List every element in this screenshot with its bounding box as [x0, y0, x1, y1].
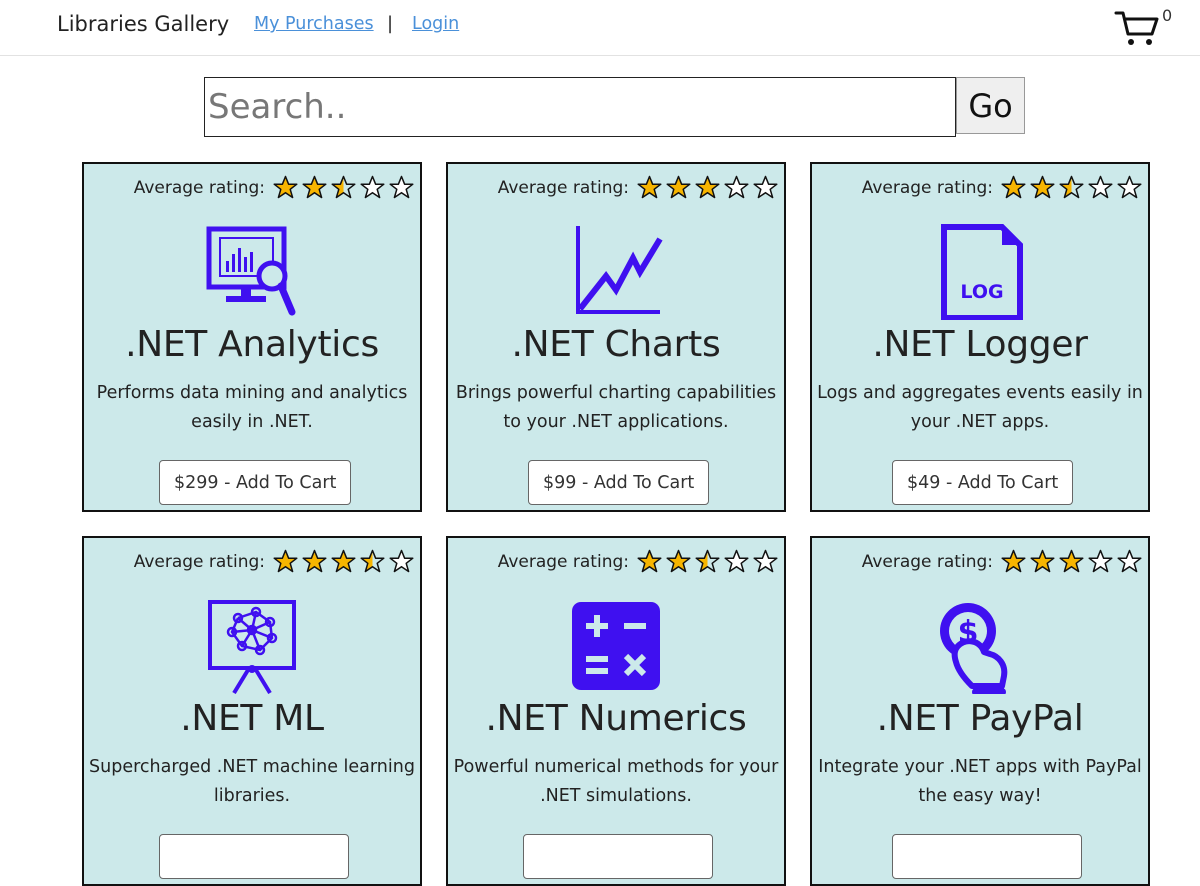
product-description: Performs data mining and analytics easil… — [96, 383, 408, 432]
top-nav-bar: Libraries Gallery My Purchases | Login 0 — [0, 0, 1200, 56]
add-to-cart-button[interactable] — [523, 834, 713, 879]
add-to-cart-button[interactable] — [892, 834, 1082, 879]
empty-star-icon — [360, 175, 385, 199]
login-link[interactable]: Login — [412, 14, 459, 34]
product-name[interactable]: .NET ML — [84, 698, 420, 739]
full-star-icon — [1001, 549, 1026, 573]
product-name[interactable]: .NET PayPal — [812, 698, 1148, 739]
product-card: Average rating: .NET ML Supercharged .NE… — [82, 536, 422, 886]
nav-separator: | — [387, 13, 394, 34]
shopping-cart-icon[interactable] — [1114, 8, 1160, 48]
average-rating: Average rating: — [498, 175, 778, 200]
half-star-icon — [360, 549, 385, 573]
svg-text:LOG: LOG — [960, 281, 1003, 303]
add-to-cart-button[interactable]: $99 - Add To Cart — [528, 460, 710, 505]
rating-stars — [997, 549, 1142, 574]
product-description: Powerful numerical methods for your .NET… — [453, 757, 779, 806]
go-button[interactable]: Go — [956, 77, 1025, 134]
empty-star-icon — [724, 549, 749, 573]
full-star-icon — [637, 175, 662, 199]
rating-label: Average rating: — [133, 177, 265, 198]
product-description: Logs and aggregates events easily in you… — [817, 383, 1143, 432]
product-name[interactable]: .NET Charts — [448, 324, 784, 365]
empty-star-icon — [389, 549, 414, 573]
log-file-icon: LOG — [941, 224, 1023, 320]
product-description: Supercharged .NET machine learning libra… — [89, 757, 415, 806]
product-card: Average rating: .NET Analytics Performs … — [82, 162, 422, 512]
full-star-icon — [666, 549, 691, 573]
average-rating: Average rating: — [498, 549, 778, 574]
product-card: Average rating: $ .NET PayPal Integrate … — [810, 536, 1150, 886]
empty-star-icon — [753, 549, 778, 573]
cart-count-badge: 0 — [1162, 6, 1173, 25]
line-chart-icon — [576, 226, 663, 314]
full-star-icon — [695, 175, 720, 199]
rating-stars — [269, 549, 414, 574]
full-star-icon — [273, 175, 298, 199]
monitor-chart-magnifier-icon — [206, 226, 296, 316]
half-star-icon — [695, 549, 720, 573]
full-star-icon — [331, 549, 356, 573]
half-star-icon — [331, 175, 356, 199]
add-to-cart-button[interactable] — [159, 834, 349, 879]
empty-star-icon — [1117, 549, 1142, 573]
average-rating: Average rating: — [862, 175, 1142, 200]
average-rating: Average rating: — [134, 549, 414, 574]
product-name[interactable]: .NET Analytics — [84, 324, 420, 365]
full-star-icon — [1059, 549, 1084, 573]
empty-star-icon — [1088, 175, 1113, 199]
full-star-icon — [1030, 175, 1055, 199]
empty-star-icon — [1117, 175, 1142, 199]
add-to-cart-button[interactable]: $299 - Add To Cart — [159, 460, 352, 505]
full-star-icon — [637, 549, 662, 573]
average-rating: Average rating: — [862, 549, 1142, 574]
rating-stars — [997, 175, 1142, 200]
brand-title[interactable]: Libraries Gallery — [57, 12, 229, 36]
product-name[interactable]: .NET Numerics — [448, 698, 784, 739]
rating-stars — [633, 549, 778, 574]
product-name[interactable]: .NET Logger — [812, 324, 1148, 365]
add-to-cart-button[interactable]: $49 - Add To Cart — [892, 460, 1074, 505]
empty-star-icon — [389, 175, 414, 199]
rating-stars — [269, 175, 414, 200]
rating-stars — [633, 175, 778, 200]
full-star-icon — [1030, 549, 1055, 573]
my-purchases-link[interactable]: My Purchases — [254, 14, 374, 34]
full-star-icon — [666, 175, 691, 199]
full-star-icon — [1001, 175, 1026, 199]
rating-label: Average rating: — [861, 551, 993, 572]
half-star-icon — [1059, 175, 1084, 199]
full-star-icon — [302, 549, 327, 573]
rating-label: Average rating: — [133, 551, 265, 572]
hand-coin-icon: $ — [940, 603, 1008, 694]
product-description: Brings powerful charting capabilities to… — [455, 383, 777, 432]
product-card: Average rating: .NET Numerics Powerful n… — [446, 536, 786, 886]
rating-label: Average rating: — [861, 177, 993, 198]
calculator-icon — [572, 602, 660, 690]
rating-label: Average rating: — [497, 177, 629, 198]
empty-star-icon — [753, 175, 778, 199]
product-card: Average rating: .NET Charts Brings power… — [446, 162, 786, 512]
neural-network-board-icon — [208, 600, 296, 694]
rating-label: Average rating: — [497, 551, 629, 572]
average-rating: Average rating: — [134, 175, 414, 200]
empty-star-icon — [724, 175, 749, 199]
full-star-icon — [273, 549, 298, 573]
full-star-icon — [302, 175, 327, 199]
product-card: Average rating: LOG .NET Logger Logs and… — [810, 162, 1150, 512]
search-input[interactable] — [204, 77, 956, 137]
product-description: Integrate your .NET apps with PayPal the… — [818, 757, 1142, 806]
empty-star-icon — [1088, 549, 1113, 573]
